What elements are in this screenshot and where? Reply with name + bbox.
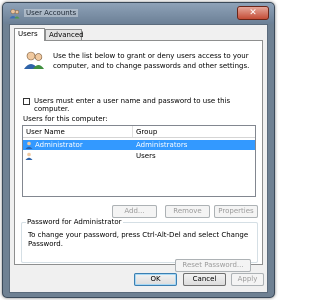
tab-advanced-label: Advanced <box>49 31 84 39</box>
password-group-title: Password for Administrator <box>26 218 123 226</box>
users-list-label: Users for this computer: <box>23 115 108 123</box>
column-header-group[interactable]: Group <box>136 128 157 136</box>
tab-advanced[interactable]: Advanced <box>45 29 84 40</box>
user-accounts-icon <box>9 9 20 19</box>
users-tab-panel: Use the list below to grant or deny user… <box>14 40 263 272</box>
tab-users-label: Users <box>18 30 38 38</box>
password-instructions: To change your password, press Ctrl-Alt-… <box>28 231 249 248</box>
ok-button[interactable]: OK <box>134 273 177 286</box>
users-icon <box>24 51 44 69</box>
password-groupbox: Password for Administrator To change you… <box>21 218 258 263</box>
cancel-button[interactable]: Cancel <box>183 273 226 286</box>
apply-button[interactable]: Apply <box>231 273 264 286</box>
add-user-button[interactable]: Add... <box>112 205 157 218</box>
must-enter-password-checkbox[interactable] <box>23 98 30 105</box>
group-cell: Administrators <box>136 141 188 149</box>
user-name-cell: Administrator <box>35 141 83 149</box>
user-accounts-window: User Accounts ✕ Users Advanced Use the l… <box>2 2 275 298</box>
remove-user-button[interactable]: Remove <box>165 205 210 218</box>
close-button[interactable]: ✕ <box>237 6 269 20</box>
dialog-client-area: Users Advanced Use the list below to gra… <box>9 24 268 293</box>
reset-password-button[interactable]: Reset Password... <box>175 259 251 272</box>
user-icon <box>25 152 33 160</box>
title-bar[interactable]: User Accounts ✕ <box>3 3 274 24</box>
column-separator[interactable] <box>132 126 133 137</box>
users-list-header: User Name Group <box>23 126 255 138</box>
description-text: Use the list below to grant or deny user… <box>53 52 250 70</box>
table-row[interactable]: Administrator Administrators <box>23 140 255 150</box>
properties-button[interactable]: Properties <box>214 205 258 218</box>
table-row[interactable]: Users <box>23 151 255 161</box>
group-cell: Users <box>136 152 156 160</box>
must-enter-password-label[interactable]: Users must enter a user name and passwor… <box>34 97 262 113</box>
close-icon: ✕ <box>249 8 257 18</box>
tab-users[interactable]: Users <box>14 28 45 41</box>
column-header-user-name[interactable]: User Name <box>26 128 65 136</box>
users-list[interactable]: User Name Group Administrator Administra… <box>22 125 256 197</box>
user-icon <box>25 141 33 149</box>
window-title: User Accounts <box>24 9 79 17</box>
